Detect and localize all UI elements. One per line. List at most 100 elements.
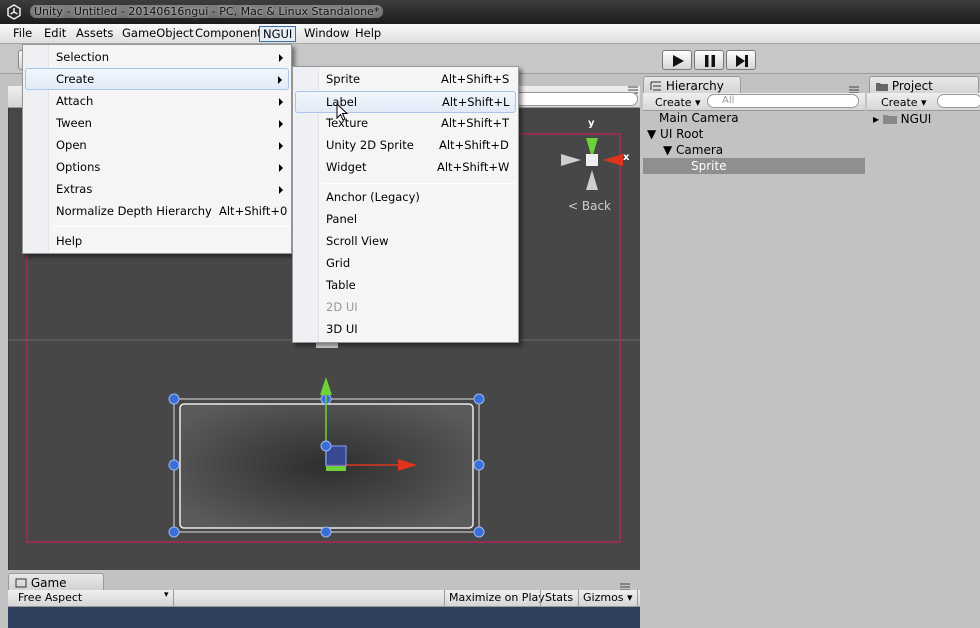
search-placeholder: All	[722, 95, 735, 106]
create-label: Create	[655, 96, 692, 109]
create-item-anchor-legacy[interactable]: Anchor (Legacy)	[295, 187, 516, 209]
menu-label: Create	[56, 72, 95, 86]
ngui-menu-item-selection[interactable]: Selection	[25, 47, 289, 69]
menu-help[interactable]: Help	[352, 26, 384, 42]
ui-root-label: UI Root	[660, 127, 704, 141]
gizmos-toggle[interactable]: Gizmos ▾	[578, 590, 638, 606]
menu-file[interactable]: File	[10, 26, 35, 42]
ngui-menu-item-options[interactable]: Options	[25, 157, 289, 179]
scene-search-input[interactable]	[513, 92, 638, 106]
folder-icon	[876, 83, 888, 91]
game-tab-label: Game	[30, 576, 67, 590]
stats-toggle[interactable]: Stats	[540, 590, 577, 606]
create-submenu: Sprite Alt+Shift+S Label Alt+Shift+L Textu…	[292, 66, 519, 343]
ngui-menu-item-attach[interactable]: Attach	[25, 91, 289, 113]
submenu-label: Table	[326, 278, 356, 292]
create-item-grid[interactable]: Grid	[295, 253, 516, 275]
project-create-label: Create	[881, 96, 918, 109]
menu-label: Options	[56, 160, 101, 174]
game-icon	[15, 578, 27, 588]
menu-label: Selection	[56, 50, 109, 64]
menu-gameobject[interactable]: GameObject	[119, 26, 197, 42]
menu-window[interactable]: Window	[301, 26, 352, 42]
hierarchy-tab-label: Hierarchy	[665, 79, 724, 93]
project-create-button[interactable]: Create ▾	[875, 94, 933, 111]
menu-label: Open	[56, 138, 87, 152]
create-item-panel[interactable]: Panel	[295, 209, 516, 231]
project-toolbar: Create ▾	[867, 93, 980, 111]
panel-menu-icon[interactable]	[628, 84, 638, 94]
submenu-arrow-icon	[279, 186, 283, 194]
game-view[interactable]	[8, 607, 640, 628]
mouse-cursor-icon	[336, 103, 348, 121]
xz-plane-handle	[326, 466, 346, 471]
project-tab[interactable]: Project	[869, 76, 979, 94]
orientation-gizmo	[561, 138, 623, 190]
project-search-input[interactable]	[937, 94, 980, 108]
menu-label: Tween	[56, 116, 92, 130]
title-bar: Unity - Untitled - 20140616ngui - PC, Ma…	[0, 0, 980, 24]
hierarchy-panel: Hierarchy Create ▾ All Main Camera ▼ UI …	[643, 76, 865, 628]
menu-ngui[interactable]: NGUI	[259, 26, 297, 42]
submenu-separator	[323, 183, 516, 184]
ngui-menu-item-normalize-depth[interactable]: Normalize Depth Hierarchy Alt+Shift+0	[25, 201, 289, 223]
create-item-scroll-view[interactable]: Scroll View	[295, 231, 516, 253]
submenu-label: 2D UI	[326, 300, 358, 314]
create-item-sprite[interactable]: Sprite Alt+Shift+S	[295, 69, 516, 91]
gizmos-label: Gizmos	[583, 591, 624, 604]
create-item-texture[interactable]: Texture Alt+Shift+T	[295, 113, 516, 135]
menu-assets[interactable]: Assets	[73, 26, 116, 42]
menu-edit[interactable]: Edit	[41, 26, 69, 42]
submenu-arrow-icon	[279, 98, 283, 106]
create-item-unity-2d-sprite[interactable]: Unity 2D Sprite Alt+Shift+D	[295, 135, 516, 157]
project-item-ngui[interactable]: ▸ NGUI	[873, 111, 931, 127]
ngui-menu-item-create[interactable]: Create	[25, 68, 289, 90]
create-item-table[interactable]: Table	[295, 275, 516, 297]
chevron-down-icon: ▾	[164, 590, 169, 600]
game-tab[interactable]: Game	[8, 573, 104, 590]
step-button[interactable]	[726, 50, 756, 70]
submenu-shortcut: Alt+Shift+D	[439, 138, 509, 152]
submenu-label: Panel	[326, 212, 358, 226]
menu-label: Help	[56, 234, 83, 248]
submenu-arrow-icon	[279, 54, 283, 62]
menu-component[interactable]: Component	[192, 26, 265, 42]
submenu-label: Scroll View	[326, 234, 389, 248]
tree-item-main-camera[interactable]: Main Camera	[659, 110, 739, 126]
hierarchy-search-input[interactable]: All	[707, 94, 859, 108]
back-view-label[interactable]: < Back	[568, 199, 611, 213]
ngui-menu-item-tween[interactable]: Tween	[25, 113, 289, 135]
pause-button[interactable]	[694, 50, 724, 70]
gizmo-y-label: y	[588, 118, 595, 129]
hierarchy-toolbar: Create ▾ All	[643, 93, 865, 111]
maximize-on-play-toggle[interactable]: Maximize on Play	[444, 590, 549, 606]
ngui-menu-item-open[interactable]: Open	[25, 135, 289, 157]
submenu-shortcut: Alt+Shift+W	[437, 160, 510, 174]
submenu-shortcut: Alt+Shift+T	[441, 116, 510, 130]
submenu-label: 3D UI	[326, 322, 358, 336]
back-label-text: Back	[581, 199, 612, 213]
create-item-label[interactable]: Label Alt+Shift+L	[295, 91, 516, 113]
tree-item-sprite[interactable]: Sprite	[643, 158, 865, 174]
project-panel: Project Create ▾ ▸ NGUI	[867, 76, 980, 628]
hierarchy-create-button[interactable]: Create ▾	[649, 94, 707, 111]
camera-label: Camera	[676, 143, 724, 157]
ngui-menu-item-extras[interactable]: Extras	[25, 179, 289, 201]
create-item-3d-ui[interactable]: 3D UI	[295, 319, 516, 341]
ngui-menu-item-help[interactable]: Help	[25, 231, 289, 253]
menu-separator	[53, 226, 289, 227]
hierarchy-tab[interactable]: Hierarchy	[643, 76, 741, 94]
tree-item-camera[interactable]: ▼ Camera	[663, 142, 723, 158]
submenu-label: Widget	[326, 160, 367, 174]
pivot-handle	[320, 440, 332, 452]
ngui-menu: Selection Create Attach Tween Open Optio…	[22, 44, 292, 254]
ngui-folder-label: NGUI	[900, 112, 932, 126]
create-item-widget[interactable]: Widget Alt+Shift+W	[295, 157, 516, 179]
play-button[interactable]	[662, 50, 692, 70]
menu-label: Normalize Depth Hierarchy	[56, 204, 212, 218]
aspect-dropdown[interactable]: Free Aspect ▾	[8, 590, 174, 606]
pause-icon	[705, 55, 715, 67]
submenu-shortcut: Alt+Shift+S	[441, 72, 510, 86]
tree-item-ui-root[interactable]: ▼ UI Root	[647, 126, 703, 142]
step-icon	[736, 55, 748, 67]
